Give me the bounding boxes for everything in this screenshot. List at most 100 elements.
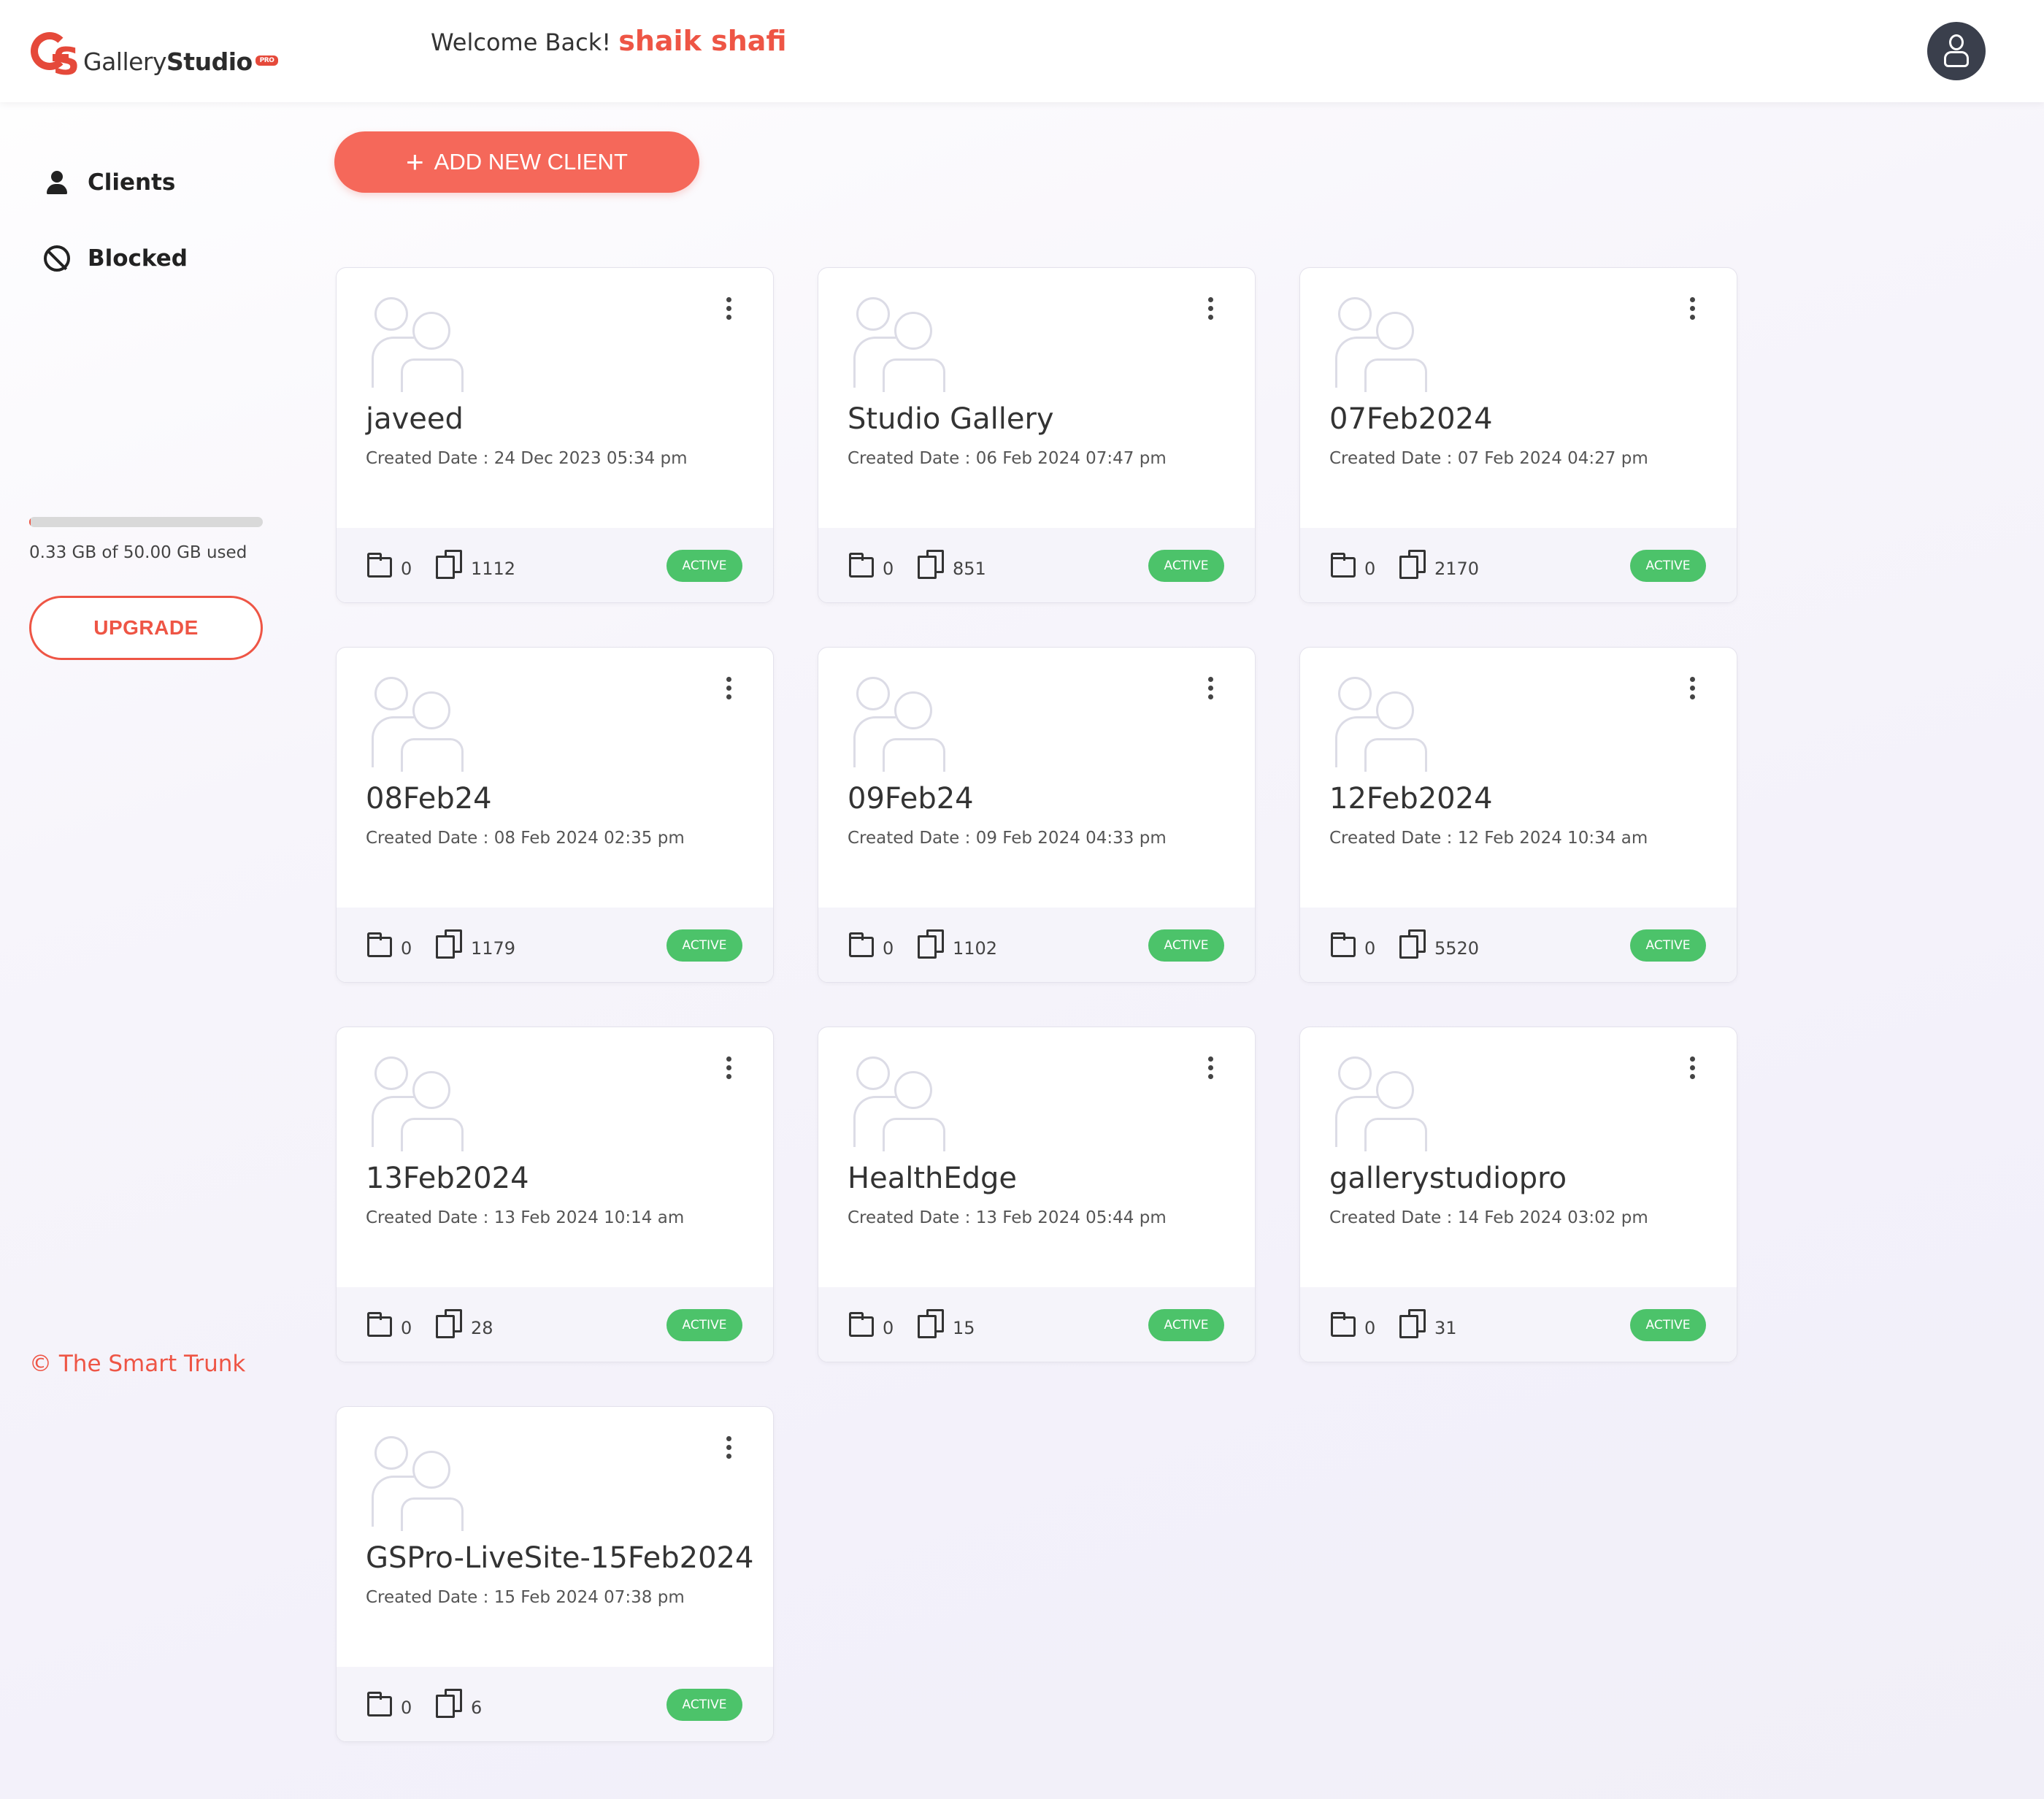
- status-badge: ACTIVE: [1148, 550, 1224, 582]
- sidebar-item-blocked[interactable]: Blocked: [44, 245, 188, 272]
- files-icon: [436, 1689, 464, 1718]
- created-date-prefix: Created Date :: [848, 829, 976, 848]
- status-badge: ACTIVE: [1148, 929, 1224, 962]
- block-icon: [44, 245, 70, 272]
- user-name: shaik shafi: [618, 25, 787, 57]
- status-badge: ACTIVE: [666, 929, 742, 962]
- client-name[interactable]: 12Feb2024: [1329, 782, 1493, 816]
- files-icon: [436, 1309, 464, 1338]
- file-count: 28: [471, 1318, 493, 1338]
- client-name[interactable]: 08Feb24: [366, 782, 492, 816]
- add-new-client-label: ADD NEW CLIENT: [434, 149, 628, 174]
- client-name[interactable]: javeed: [366, 402, 464, 436]
- welcome-text: Welcome Back!: [431, 28, 612, 56]
- created-date-value: 24 Dec 2023 05:34 pm: [493, 449, 688, 468]
- more-options-icon[interactable]: [723, 677, 734, 706]
- more-options-icon[interactable]: [1687, 677, 1697, 706]
- client-card-footer: 0 1112 ACTIVE: [337, 528, 773, 602]
- client-name[interactable]: 09Feb24: [848, 782, 974, 816]
- folder-count: 0: [883, 938, 894, 959]
- client-card[interactable]: gallerystudiopro Created Date : 14 Feb 20…: [1299, 1027, 1737, 1362]
- client-created-date: Created Date : 08 Feb 2024 02:35 pm: [366, 829, 685, 848]
- user-icon: [44, 169, 70, 196]
- client-created-date: Created Date : 12 Feb 2024 10:34 am: [1329, 829, 1648, 848]
- more-options-icon[interactable]: [1205, 677, 1215, 706]
- more-options-icon[interactable]: [1687, 297, 1697, 326]
- client-card-footer: 0 31 ACTIVE: [1300, 1287, 1737, 1362]
- client-name[interactable]: 07Feb2024: [1329, 402, 1493, 436]
- client-card-footer: 0 28 ACTIVE: [337, 1287, 773, 1362]
- client-card[interactable]: 13Feb2024 Created Date : 13 Feb 2024 10:1…: [336, 1027, 774, 1362]
- client-card[interactable]: 07Feb2024 Created Date : 07 Feb 2024 04:2…: [1299, 267, 1737, 603]
- pro-badge: PRO: [255, 55, 279, 66]
- client-card[interactable]: Studio Gallery Created Date : 06 Feb 2024…: [818, 267, 1256, 603]
- created-date-prefix: Created Date :: [366, 449, 494, 468]
- created-date-prefix: Created Date :: [1329, 449, 1458, 468]
- file-count: 31: [1434, 1318, 1457, 1338]
- more-options-icon[interactable]: [1687, 1056, 1697, 1086]
- more-options-icon[interactable]: [1205, 297, 1215, 326]
- client-name[interactable]: GSPro-LiveSite-15Feb2024: [366, 1541, 753, 1575]
- folder-count: 0: [1364, 938, 1376, 959]
- more-options-icon[interactable]: [723, 1056, 734, 1086]
- client-avatar-icon: [853, 297, 948, 392]
- client-name[interactable]: Studio Gallery: [848, 402, 1054, 436]
- client-card[interactable]: 12Feb2024 Created Date : 12 Feb 2024 10:3…: [1299, 647, 1737, 983]
- folder-count: 0: [401, 559, 412, 579]
- client-card[interactable]: HealthEdge Created Date : 13 Feb 2024 05:…: [818, 1027, 1256, 1362]
- file-count: 15: [953, 1318, 975, 1338]
- sidebar-item-label: Clients: [88, 169, 176, 196]
- client-card-footer: 0 1102 ACTIVE: [818, 908, 1255, 982]
- folder-icon: [1331, 932, 1356, 957]
- created-date-value: 15 Feb 2024 07:38 pm: [493, 1588, 685, 1607]
- copyright-text: © The Smart Trunk: [29, 1351, 246, 1377]
- created-date-value: 13 Feb 2024 10:14 am: [493, 1208, 685, 1227]
- client-name[interactable]: 13Feb2024: [366, 1162, 529, 1195]
- user-avatar-button[interactable]: [1927, 22, 1986, 80]
- created-date-value: 13 Feb 2024 05:44 pm: [975, 1208, 1167, 1227]
- client-avatar-icon: [372, 677, 466, 772]
- upgrade-button[interactable]: UPGRADE: [29, 596, 263, 660]
- created-date-value: 12 Feb 2024 10:34 am: [1457, 829, 1648, 848]
- files-icon: [1399, 929, 1427, 959]
- client-card[interactable]: javeed Created Date : 24 Dec 2023 05:34 p…: [336, 267, 774, 603]
- file-count: 2170: [1434, 559, 1480, 579]
- client-created-date: Created Date : 14 Feb 2024 03:02 pm: [1329, 1208, 1648, 1227]
- folder-count: 0: [401, 1698, 412, 1718]
- client-created-date: Created Date : 24 Dec 2023 05:34 pm: [366, 449, 688, 468]
- gs-logo-icon: S: [31, 31, 82, 81]
- gallery-studio-logo[interactable]: S GalleryStudio PRO: [31, 28, 279, 81]
- client-created-date: Created Date : 13 Feb 2024 10:14 am: [366, 1208, 684, 1227]
- storage-progress-bar: [29, 517, 263, 527]
- more-options-icon[interactable]: [723, 297, 734, 326]
- plus-icon: +: [406, 145, 424, 179]
- created-date-prefix: Created Date :: [848, 1208, 976, 1227]
- file-count: 6: [471, 1698, 483, 1718]
- more-options-icon[interactable]: [1205, 1056, 1215, 1086]
- folder-count: 0: [401, 938, 412, 959]
- status-badge: ACTIVE: [1630, 550, 1706, 582]
- status-badge: ACTIVE: [1630, 1309, 1706, 1341]
- files-icon: [918, 550, 945, 579]
- more-options-icon[interactable]: [723, 1436, 734, 1465]
- files-icon: [436, 929, 464, 959]
- file-count: 1102: [953, 938, 998, 959]
- storage-progress-fill: [29, 517, 31, 527]
- client-avatar-icon: [372, 1056, 466, 1151]
- top-header: S GalleryStudio PRO Welcome Back! shaik s…: [0, 0, 2044, 102]
- add-new-client-button[interactable]: + ADD NEW CLIENT: [334, 131, 699, 193]
- files-icon: [918, 1309, 945, 1338]
- folder-count: 0: [1364, 559, 1376, 579]
- client-card[interactable]: 09Feb24 Created Date : 09 Feb 2024 04:33 …: [818, 647, 1256, 983]
- client-created-date: Created Date : 07 Feb 2024 04:27 pm: [1329, 449, 1648, 468]
- sidebar-item-clients[interactable]: Clients: [44, 169, 175, 196]
- folder-icon: [367, 553, 392, 578]
- client-card[interactable]: 08Feb24 Created Date : 08 Feb 2024 02:35 …: [336, 647, 774, 983]
- client-avatar-icon: [1335, 1056, 1430, 1151]
- created-date-value: 09 Feb 2024 04:33 pm: [975, 829, 1167, 848]
- files-icon: [918, 929, 945, 959]
- client-card[interactable]: GSPro-LiveSite-15Feb2024 Created Date : 1…: [336, 1406, 774, 1742]
- client-name[interactable]: gallerystudiopro: [1329, 1162, 1567, 1195]
- client-avatar-icon: [1335, 297, 1430, 392]
- client-name[interactable]: HealthEdge: [848, 1162, 1017, 1195]
